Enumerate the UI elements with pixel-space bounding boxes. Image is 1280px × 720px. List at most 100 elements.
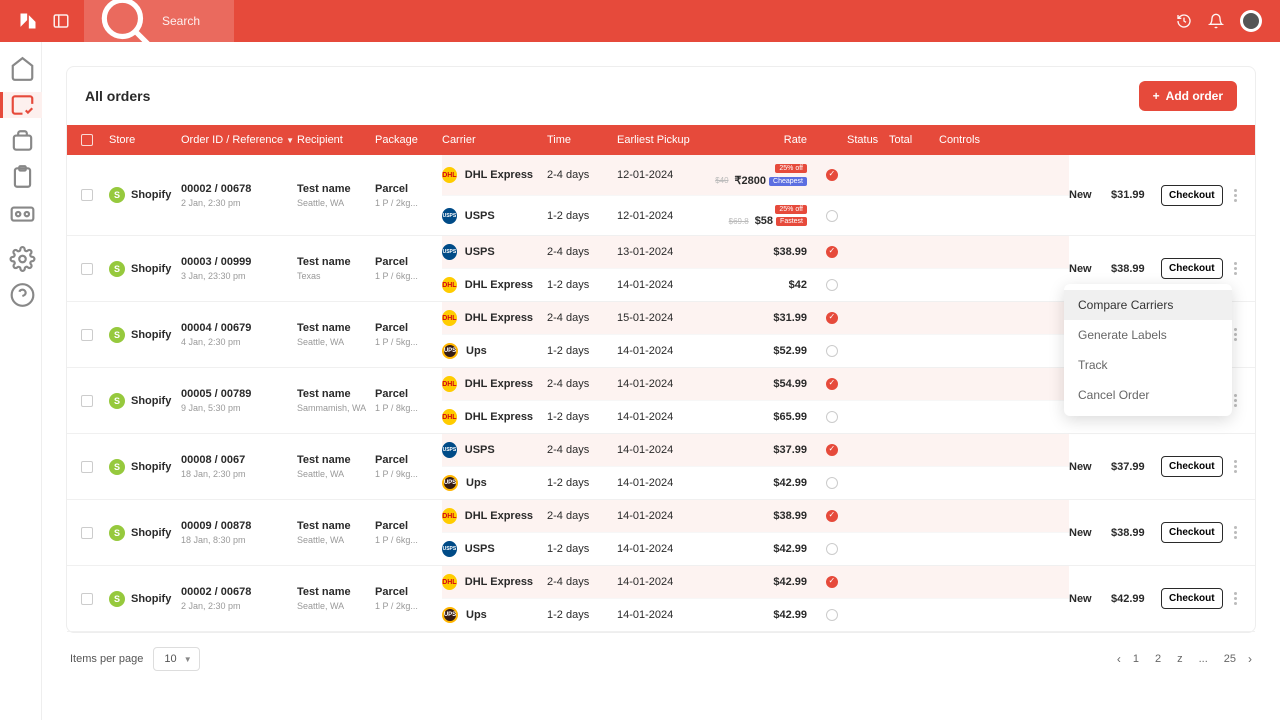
dropdown-item[interactable]: Compare Carriers [1064, 290, 1232, 320]
add-order-button[interactable]: + Add order [1139, 81, 1237, 111]
carrier-option[interactable]: USPS USPS 1-2 days 14-01-2024 $42.99 [442, 533, 1069, 565]
carrier-radio[interactable] [826, 210, 838, 222]
checkout-button[interactable]: Checkout [1161, 522, 1223, 543]
carrier-option[interactable]: DHL DHL Express 2-4 days 14-01-2024 $42.… [442, 566, 1069, 599]
page-number[interactable]: 2 [1155, 653, 1161, 665]
bell-icon[interactable] [1208, 13, 1224, 29]
carrier-radio[interactable] [826, 477, 838, 489]
col-carrier[interactable]: Carrier [442, 134, 547, 146]
carrier-rate: $42.99 [773, 543, 807, 555]
col-total[interactable]: Total [889, 134, 939, 146]
carrier-option[interactable]: UPS Ups 1-2 days 14-01-2024 $42.99 [442, 467, 1069, 499]
page-number[interactable]: ... [1199, 653, 1208, 665]
sidebar-item-help[interactable] [0, 282, 42, 308]
row-checkbox[interactable] [81, 593, 93, 605]
sidebar-item-hub[interactable] [0, 200, 42, 226]
page-number[interactable]: z [1177, 653, 1183, 665]
row-checkbox[interactable] [81, 527, 93, 539]
more-actions-button[interactable] [1231, 326, 1241, 344]
carrier-name: Ups [466, 345, 547, 357]
sidebar-item-settings[interactable] [0, 246, 42, 272]
dhl-icon: DHL [442, 310, 457, 326]
carrier-radio[interactable] [826, 609, 838, 621]
history-icon[interactable] [1176, 13, 1192, 29]
dhl-icon: DHL [442, 508, 457, 524]
carrier-name: DHL Express [465, 169, 547, 181]
col-status[interactable]: Status [847, 134, 889, 146]
carrier-radio[interactable] [826, 576, 838, 588]
col-rate[interactable]: Rate [717, 134, 817, 146]
order-total: $31.99 [1111, 189, 1161, 201]
carrier-option[interactable]: USPS USPS 1-2 days 12-01-2024 25% off $6… [442, 196, 1069, 235]
row-checkbox[interactable] [81, 263, 93, 275]
more-actions-button[interactable] [1231, 524, 1241, 542]
col-recipient[interactable]: Recipient [297, 134, 375, 146]
col-controls[interactable]: Controls [939, 134, 1019, 146]
carrier-rate: $65.99 [773, 411, 807, 423]
more-actions-button[interactable] [1231, 590, 1241, 608]
carrier-radio[interactable] [826, 411, 838, 423]
carrier-radio[interactable] [826, 378, 838, 390]
page-number[interactable]: 25 [1224, 653, 1236, 665]
carrier-option[interactable]: DHL DHL Express 1-2 days 14-01-2024 $65.… [442, 401, 1069, 433]
col-package[interactable]: Package [375, 134, 442, 146]
carrier-radio[interactable] [826, 279, 838, 291]
more-actions-button[interactable] [1231, 186, 1241, 204]
sidebar-toggle-icon[interactable] [52, 12, 70, 30]
shopify-icon: S [109, 393, 125, 409]
items-per-page-select[interactable]: 10 ▼ [153, 647, 199, 671]
carrier-option[interactable]: USPS USPS 2-4 days 14-01-2024 $37.99 [442, 434, 1069, 467]
carrier-radio[interactable] [826, 510, 838, 522]
col-pickup[interactable]: Earliest Pickup [617, 134, 717, 146]
carrier-rate: $38.99 [773, 510, 807, 522]
carrier-option[interactable]: DHL DHL Express 2-4 days 14-01-2024 $54.… [442, 368, 1069, 401]
sidebar-item-products[interactable] [0, 128, 42, 154]
carrier-option[interactable]: DHL DHL Express 2-4 days 15-01-2024 $31.… [442, 302, 1069, 335]
col-time[interactable]: Time [547, 134, 617, 146]
select-all-checkbox[interactable] [81, 134, 93, 146]
search-input[interactable] [162, 14, 224, 28]
carrier-option[interactable]: UPS Ups 1-2 days 14-01-2024 $52.99 [442, 335, 1069, 367]
order-total: $38.99 [1111, 527, 1161, 539]
dropdown-item[interactable]: Track [1064, 350, 1232, 380]
avatar[interactable] [1240, 10, 1262, 32]
row-checkbox[interactable] [81, 329, 93, 341]
sidebar-item-home[interactable] [0, 56, 42, 82]
carrier-rate: $42.99 [773, 477, 807, 489]
row-checkbox[interactable] [81, 461, 93, 473]
page-number[interactable]: 1 [1133, 653, 1139, 665]
dropdown-item[interactable]: Generate Labels [1064, 320, 1232, 350]
col-order[interactable]: Order ID / Reference▼ [181, 134, 297, 146]
row-checkbox[interactable] [81, 395, 93, 407]
row-checkbox[interactable] [81, 189, 93, 201]
carrier-name: DHL Express [465, 312, 547, 324]
dropdown-item[interactable]: Cancel Order [1064, 380, 1232, 410]
more-actions-button[interactable] [1231, 260, 1241, 278]
carrier-option[interactable]: DHL DHL Express 1-2 days 14-01-2024 $42 [442, 269, 1069, 301]
carrier-radio[interactable] [826, 246, 838, 258]
carrier-radio[interactable] [826, 312, 838, 324]
carrier-time: 2-4 days [547, 312, 617, 324]
checkout-button[interactable]: Checkout [1161, 588, 1223, 609]
carrier-radio[interactable] [826, 444, 838, 456]
more-actions-button[interactable] [1231, 458, 1241, 476]
sidebar-item-clipboard[interactable] [0, 164, 42, 190]
carrier-radio[interactable] [826, 169, 838, 181]
checkout-button[interactable]: Checkout [1161, 258, 1223, 279]
carrier-rate: $37.99 [773, 444, 807, 456]
sidebar-item-orders[interactable] [0, 92, 42, 118]
next-page-button[interactable]: › [1248, 652, 1252, 666]
carrier-radio[interactable] [826, 543, 838, 555]
prev-page-button[interactable]: ‹ [1117, 652, 1121, 666]
col-store[interactable]: Store [109, 134, 181, 146]
carrier-option[interactable]: DHL DHL Express 2-4 days 14-01-2024 $38.… [442, 500, 1069, 533]
chevron-down-icon: ▼ [184, 655, 192, 664]
carrier-option[interactable]: DHL DHL Express 2-4 days 12-01-2024 25% … [442, 155, 1069, 196]
carrier-radio[interactable] [826, 345, 838, 357]
table-row: S Shopify 00002 / 00678 2 Jan, 2:30 pm T… [67, 155, 1255, 236]
carrier-option[interactable]: UPS Ups 1-2 days 14-01-2024 $42.99 [442, 599, 1069, 631]
checkout-button[interactable]: Checkout [1161, 456, 1223, 477]
more-actions-button[interactable] [1231, 392, 1241, 410]
carrier-option[interactable]: USPS USPS 2-4 days 13-01-2024 $38.99 [442, 236, 1069, 269]
checkout-button[interactable]: Checkout [1161, 185, 1223, 206]
